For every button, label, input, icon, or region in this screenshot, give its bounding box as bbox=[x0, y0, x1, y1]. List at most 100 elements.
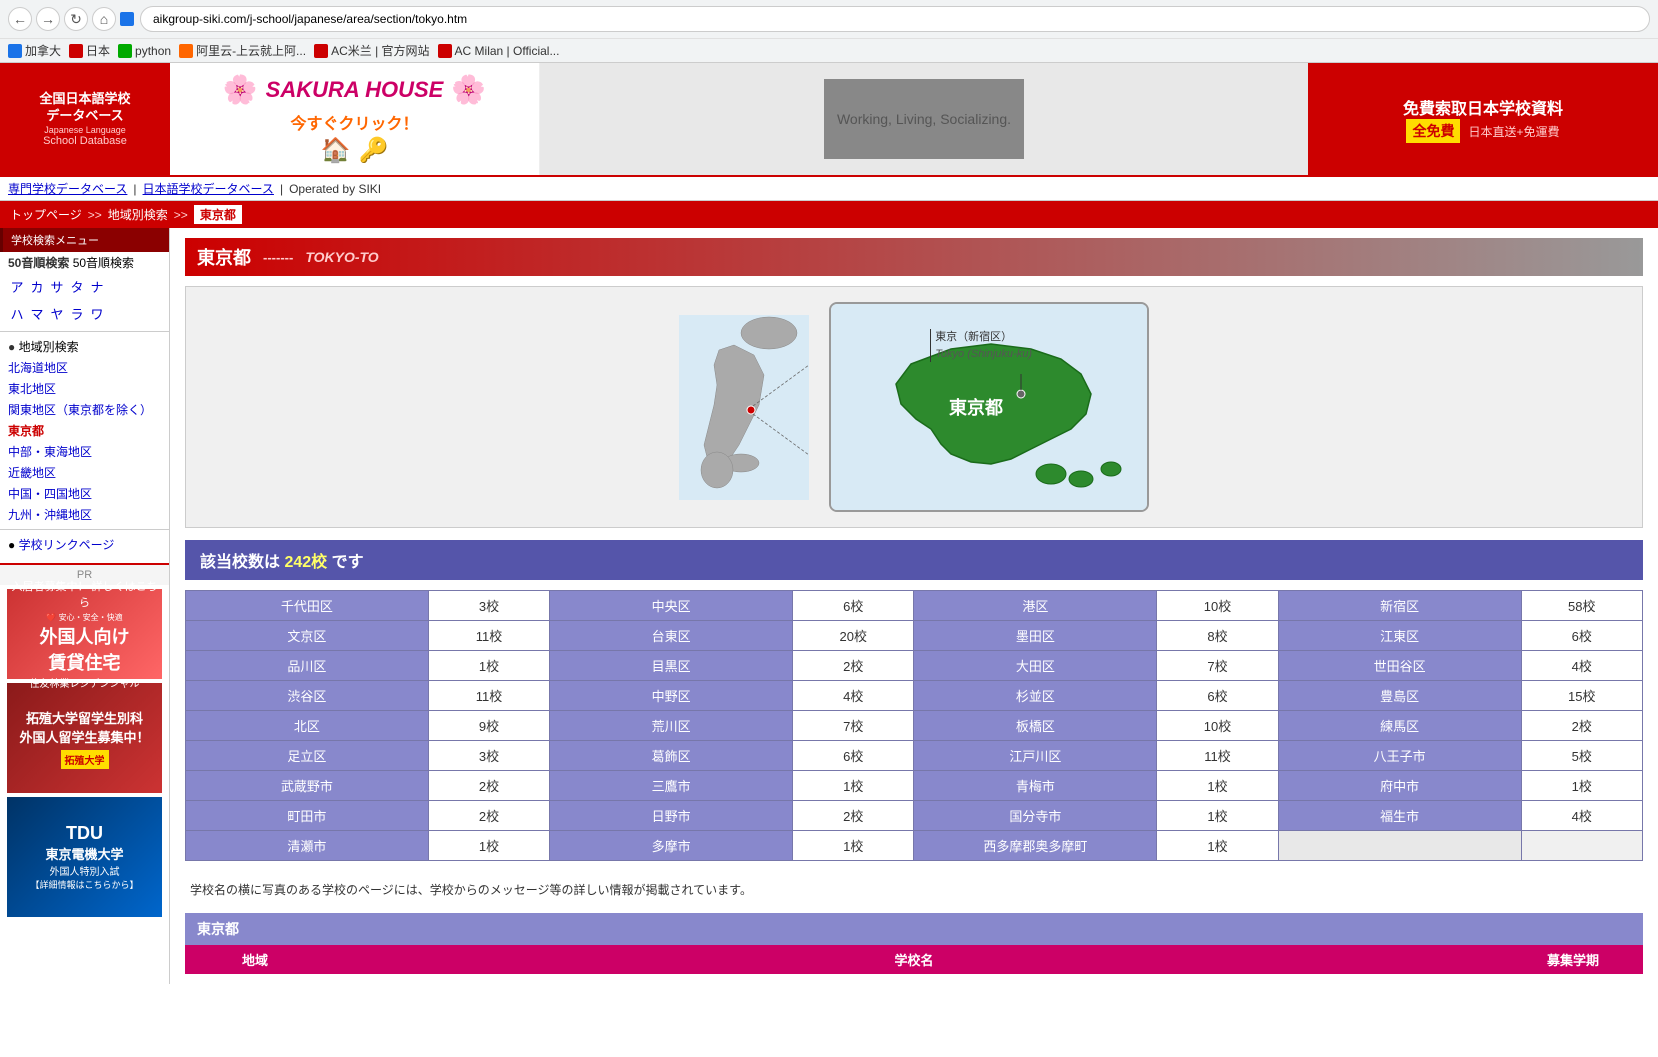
bookmark-japan[interactable]: 日本 bbox=[69, 42, 110, 59]
sidebar-region-tohoku[interactable]: 東北地区 bbox=[0, 378, 169, 399]
hira-ta[interactable]: タ bbox=[68, 277, 86, 296]
bookmark-acmilan-jp[interactable]: AC米兰 | 官方网站 bbox=[314, 42, 429, 59]
district-nakano[interactable]: 中野区 bbox=[550, 681, 793, 711]
district-bunkyo[interactable]: 文京区 bbox=[186, 621, 429, 651]
hira-ya[interactable]: ヤ bbox=[48, 304, 66, 323]
district-itabashi[interactable]: 板橋区 bbox=[914, 711, 1157, 741]
district-nerima[interactable]: 練馬区 bbox=[1278, 711, 1521, 741]
sidebar-region-kinki[interactable]: 近畿地区 bbox=[0, 462, 169, 483]
district-koto[interactable]: 江東区 bbox=[1278, 621, 1521, 651]
map-title-sep: ------- bbox=[263, 250, 293, 265]
bookmark-python[interactable]: python bbox=[118, 44, 171, 58]
district-musashino[interactable]: 武蔵野市 bbox=[186, 771, 429, 801]
pr-banner-rental[interactable]: 入居者募集中！ 詳しくはこちら ❤️ 安心・安全・快適 外国人向け 賃貸住宅 住… bbox=[7, 589, 162, 679]
count-machida: 2校 bbox=[428, 801, 549, 831]
district-arakawa[interactable]: 荒川区 bbox=[550, 711, 793, 741]
district-kokubunji[interactable]: 国分寺市 bbox=[914, 801, 1157, 831]
forward-button[interactable]: → bbox=[36, 7, 60, 31]
bookmark-canada[interactable]: 加拿大 bbox=[8, 42, 61, 59]
count-number: 242校 bbox=[284, 554, 327, 571]
breadcrumb-home[interactable]: トップページ bbox=[10, 206, 82, 223]
district-machida[interactable]: 町田市 bbox=[186, 801, 429, 831]
count-fuchu: 1校 bbox=[1521, 771, 1642, 801]
bookmark-acmilan-en[interactable]: AC Milan | Official... bbox=[438, 44, 560, 58]
count-katsushika: 6校 bbox=[793, 741, 914, 771]
region-link-tohoku[interactable]: 東北地区 bbox=[8, 382, 56, 396]
district-kita[interactable]: 北区 bbox=[186, 711, 429, 741]
bookmark-aliyun[interactable]: 阿里云-上云就上阿... bbox=[179, 42, 306, 59]
sidebar-region-hokkaido[interactable]: 北海道地区 bbox=[0, 357, 169, 378]
sidebar-region-chubu[interactable]: 中部・東海地区 bbox=[0, 441, 169, 462]
count-toshima: 15校 bbox=[1521, 681, 1642, 711]
district-kiyose[interactable]: 清瀬市 bbox=[186, 831, 429, 861]
sidebar-menu-label: 学校検索メニュー bbox=[11, 235, 99, 247]
hira-ha[interactable]: ハ bbox=[8, 304, 26, 323]
bottom-note: 学校名の横に写真のある学校のページには、学校からのメッセージ等の詳しい情報が掲載… bbox=[185, 876, 1643, 903]
district-katsushika[interactable]: 葛飾区 bbox=[550, 741, 793, 771]
sidebar-school-link[interactable]: ● 学校リンクページ bbox=[0, 534, 169, 555]
district-suginami[interactable]: 杉並区 bbox=[914, 681, 1157, 711]
banner-right[interactable]: 免費索取日本学校資料 全免費 日本直送+免運費 bbox=[1308, 63, 1658, 175]
hira-sa[interactable]: サ bbox=[48, 277, 66, 296]
district-minato[interactable]: 港区 bbox=[914, 591, 1157, 621]
district-adachi[interactable]: 足立区 bbox=[186, 741, 429, 771]
district-sumida[interactable]: 墨田区 bbox=[914, 621, 1157, 651]
senmon-link[interactable]: 専門学校データベース bbox=[8, 180, 127, 197]
region-link-chugoku[interactable]: 中国・四国地区 bbox=[8, 487, 92, 501]
refresh-button[interactable]: ↻ bbox=[64, 7, 88, 31]
nihongo-link[interactable]: 日本語学校データベース bbox=[143, 180, 274, 197]
hira-wa[interactable]: ワ bbox=[88, 304, 106, 323]
sidebar-region-kanto[interactable]: 関東地区（東京都を除く） bbox=[0, 399, 169, 420]
district-shinagawa[interactable]: 品川区 bbox=[186, 651, 429, 681]
district-hachioji[interactable]: 八王子市 bbox=[1278, 741, 1521, 771]
region-link-kyushu[interactable]: 九州・沖縄地区 bbox=[8, 508, 92, 522]
district-shinjuku[interactable]: 新宿区 bbox=[1278, 591, 1521, 621]
url-bar[interactable] bbox=[140, 6, 1650, 32]
region-link-kinki[interactable]: 近畿地区 bbox=[8, 466, 56, 480]
hira-a[interactable]: ア bbox=[8, 277, 26, 296]
region-link-kanto[interactable]: 関東地区（東京都を除く） bbox=[8, 403, 152, 417]
pr-rental-company: 住友林業レジデンシャル bbox=[30, 675, 140, 690]
pr-takushoku-title2: 外国人留学生募集中！ bbox=[19, 727, 149, 746]
pr-banner-tdu[interactable]: TDU 東京電機大学 外国人特別入試 【詳細情報はこちらから】 bbox=[7, 797, 162, 917]
back-button[interactable]: ← bbox=[8, 7, 32, 31]
district-tama[interactable]: 多摩市 bbox=[550, 831, 793, 861]
hira-na[interactable]: ナ bbox=[88, 277, 106, 296]
district-chuo[interactable]: 中央区 bbox=[550, 591, 793, 621]
district-setagaya[interactable]: 世田谷区 bbox=[1278, 651, 1521, 681]
district-fussa[interactable]: 福生市 bbox=[1278, 801, 1521, 831]
district-mitaka[interactable]: 三鷹市 bbox=[550, 771, 793, 801]
home-button[interactable]: ⌂ bbox=[92, 7, 116, 31]
hira-ma[interactable]: マ bbox=[28, 304, 46, 323]
breadcrumb-region[interactable]: 地域別検索 bbox=[108, 206, 168, 223]
district-edogawa[interactable]: 江戸川区 bbox=[914, 741, 1157, 771]
district-fuchu[interactable]: 府中市 bbox=[1278, 771, 1521, 801]
hira-ka[interactable]: カ bbox=[28, 277, 46, 296]
sidebar-region-tokyo[interactable]: 東京都 bbox=[0, 420, 169, 441]
region-link-tokyo[interactable]: 東京都 bbox=[8, 424, 44, 438]
district-hino[interactable]: 日野市 bbox=[550, 801, 793, 831]
district-ota[interactable]: 大田区 bbox=[914, 651, 1157, 681]
sidebar-region-kyushu[interactable]: 九州・沖縄地区 bbox=[0, 504, 169, 525]
districts-table: 千代田区 3校 中央区 6校 港区 10校 新宿区 58校 文京区 11校 台東… bbox=[185, 590, 1643, 861]
district-chiyoda[interactable]: 千代田区 bbox=[186, 591, 429, 621]
shinjuku-label: 東京（新宿区） Tokyo (Shinjuku-ku) bbox=[930, 329, 1032, 362]
district-shibuya[interactable]: 渋谷区 bbox=[186, 681, 429, 711]
table-row: 清瀬市 1校 多摩市 1校 西多摩郡奥多摩町 1校 bbox=[186, 831, 1643, 861]
district-meguro[interactable]: 目黒区 bbox=[550, 651, 793, 681]
hira-ra[interactable]: ラ bbox=[68, 304, 86, 323]
table-row: 文京区 11校 台東区 20校 墨田区 8校 江東区 6校 bbox=[186, 621, 1643, 651]
region-link-chubu[interactable]: 中部・東海地区 bbox=[8, 445, 92, 459]
banner-sakura[interactable]: 🌸 SAKURA HOUSE 🌸 今すぐクリック！ 🏠 🔑 bbox=[170, 63, 540, 175]
district-toshima[interactable]: 豊島区 bbox=[1278, 681, 1521, 711]
sakura-brand: SAKURA HOUSE bbox=[266, 77, 444, 103]
banner-middle-image: Working, Living, Socializing. bbox=[824, 79, 1024, 159]
sidebar-region-chugoku[interactable]: 中国・四国地区 bbox=[0, 483, 169, 504]
district-taito[interactable]: 台東区 bbox=[550, 621, 793, 651]
region-link-hokkaido[interactable]: 北海道地区 bbox=[8, 361, 68, 375]
pr-banner-takushoku[interactable]: 拓殖大学留学生別科 外国人留学生募集中！ 拓殖大学 bbox=[7, 683, 162, 793]
district-ome[interactable]: 青梅市 bbox=[914, 771, 1157, 801]
district-nishitama[interactable]: 西多摩郡奥多摩町 bbox=[914, 831, 1157, 861]
school-link-anchor[interactable]: 学校リンクページ bbox=[19, 538, 115, 552]
ssl-icon bbox=[120, 12, 134, 26]
